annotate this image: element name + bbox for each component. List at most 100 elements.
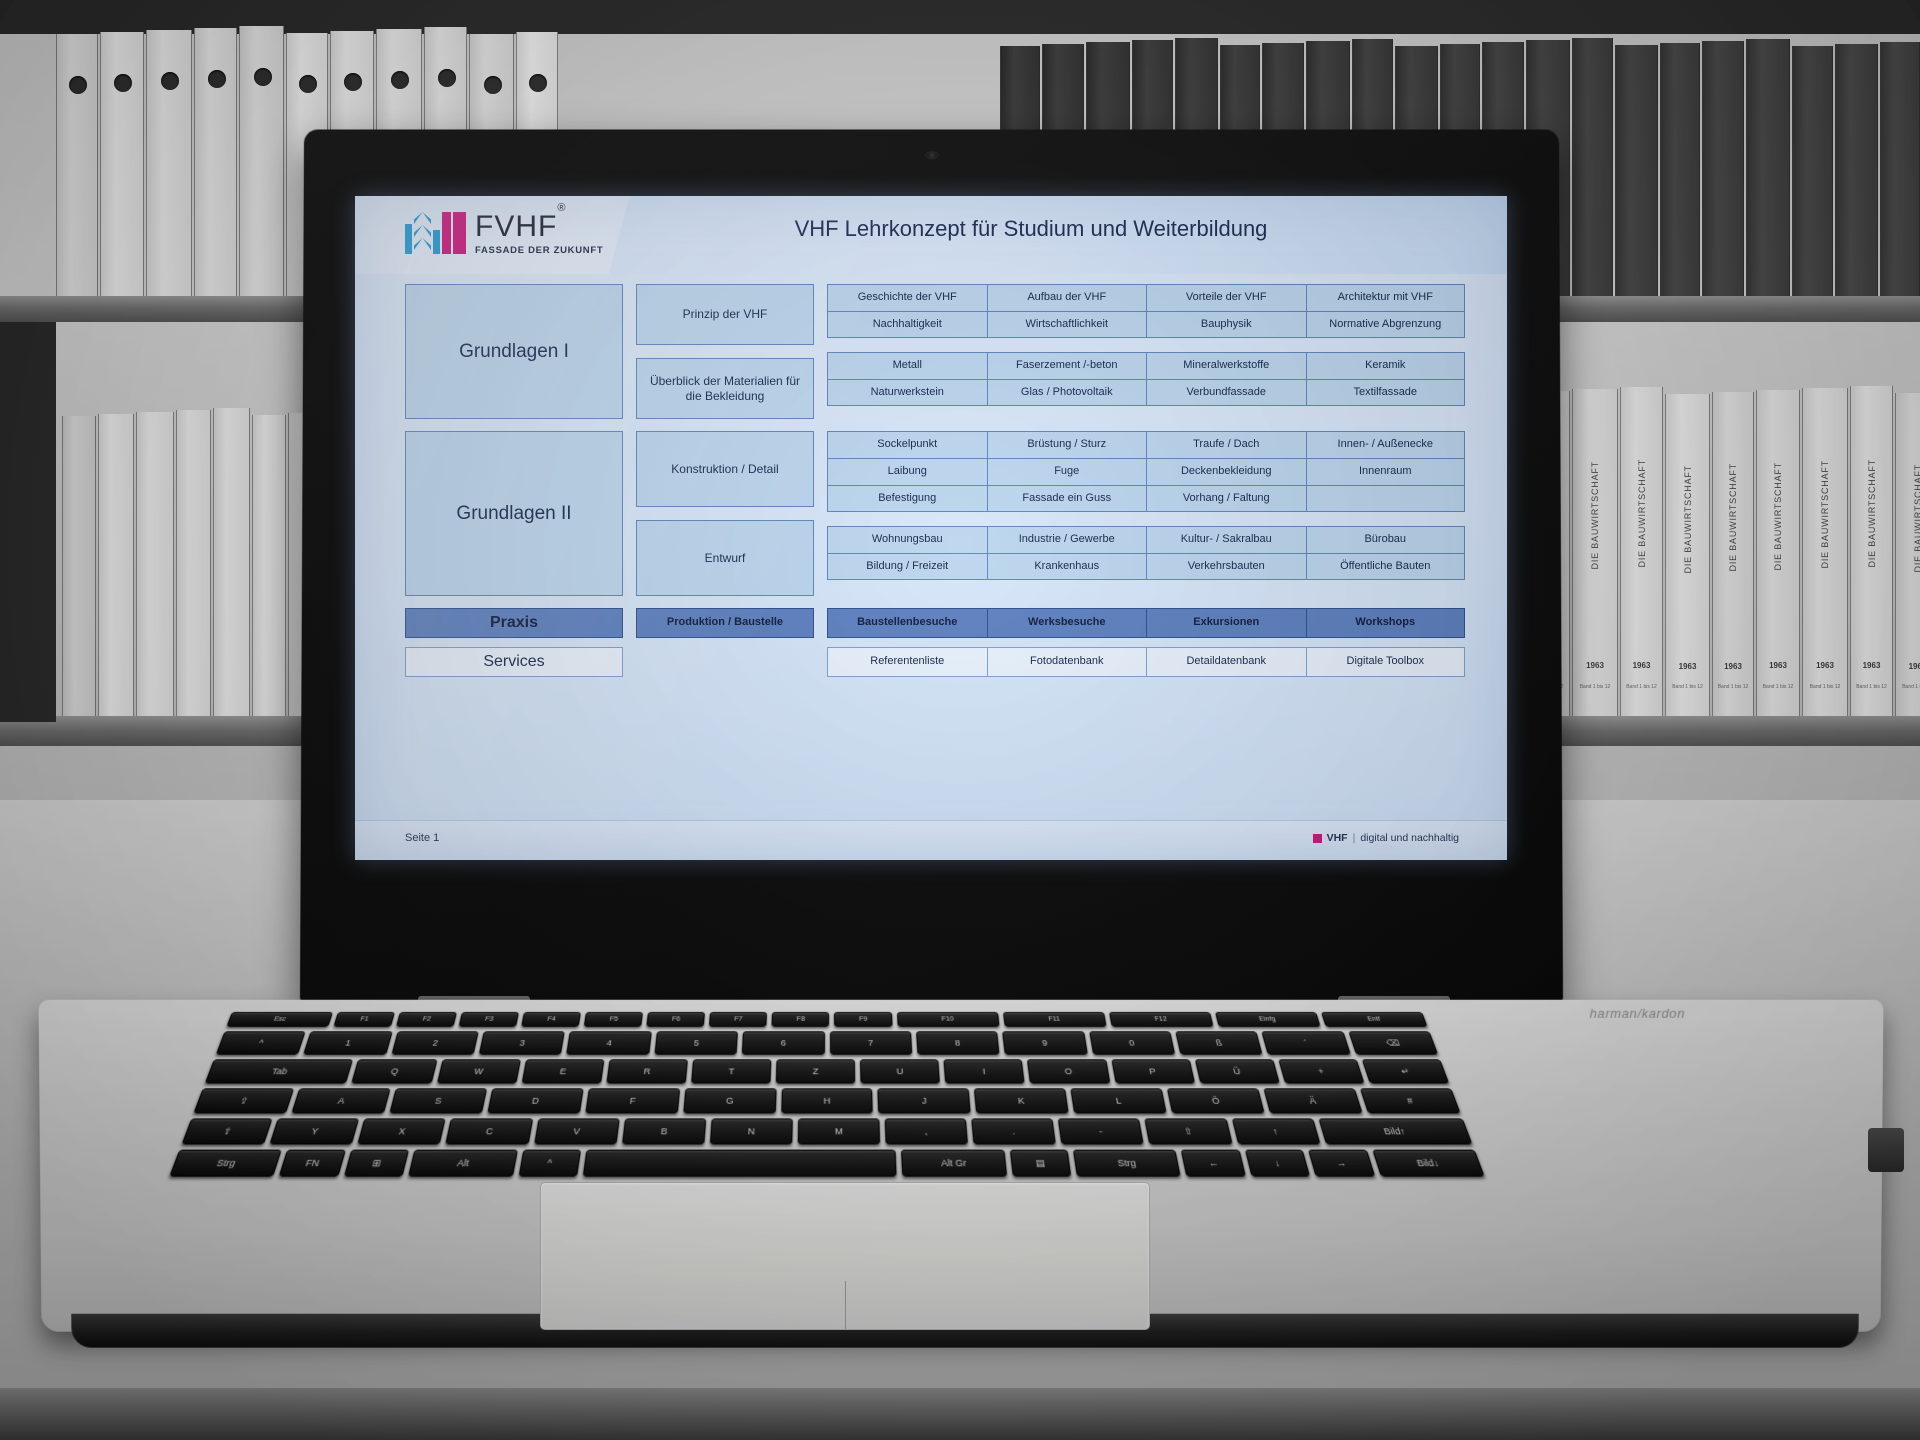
topic-cell[interactable]: Bildung / Freizeit <box>827 553 987 580</box>
keyboard-key[interactable]: N <box>710 1118 793 1144</box>
topic-cell[interactable]: Fuge <box>987 458 1147 485</box>
keyboard-key[interactable]: Einfg <box>1215 1012 1321 1027</box>
keyboard-key[interactable]: F1 <box>333 1012 395 1027</box>
topic-cell[interactable]: Normative Abgrenzung <box>1306 311 1466 338</box>
keyboard-key[interactable]: ⇧ <box>181 1118 272 1144</box>
keyboard-key[interactable]: Alt Gr <box>901 1150 1007 1177</box>
keyboard-key[interactable]: K <box>974 1088 1069 1113</box>
topic-cell[interactable]: Referentenliste <box>827 647 987 677</box>
keyboard-key[interactable]: F11 <box>1003 1012 1107 1027</box>
keyboard[interactable]: Esc F1 F2 F3 F4 F5 F6 F7 F8 F9 F10 F11 F12 Einfg Entf … <box>178 1012 1476 1154</box>
section-label-grundlagen-2[interactable]: Grundlagen II <box>405 431 623 596</box>
keyboard-key[interactable]: ↑ <box>1231 1118 1320 1144</box>
keyboard-key[interactable]: J <box>878 1088 971 1113</box>
keyboard-key[interactable]: Strg <box>169 1150 282 1177</box>
keyboard-key[interactable]: G <box>683 1088 776 1113</box>
topic-cell[interactable]: Nachhaltigkeit <box>827 311 987 338</box>
keyboard-key[interactable]: ⌫ <box>1348 1031 1438 1054</box>
keyboard-key[interactable]: 6 <box>742 1031 825 1054</box>
topic-cell[interactable]: Krankenhaus <box>987 553 1147 580</box>
topic-cell[interactable]: Öffentliche Bauten <box>1306 553 1466 580</box>
topic-cell[interactable]: Digitale Toolbox <box>1306 647 1466 677</box>
keyboard-key[interactable]: Ä <box>1264 1088 1363 1113</box>
keyboard-key[interactable]: F7 <box>709 1012 767 1027</box>
topic-cell[interactable]: Mineralwerkstoffe <box>1146 352 1306 379</box>
topic-cell[interactable]: Geschichte der VHF <box>827 284 987 311</box>
topic-cell[interactable]: Innen- / Außenecke <box>1306 431 1466 458</box>
topic-cell[interactable]: Brüstung / Sturz <box>987 431 1147 458</box>
topic-cell[interactable]: Sockelpunkt <box>827 431 987 458</box>
trackpad[interactable] <box>540 1182 1150 1330</box>
keyboard-key[interactable]: Ö <box>1167 1088 1265 1113</box>
module-entwurf[interactable]: Entwurf <box>636 520 814 596</box>
topic-cell[interactable]: Kultur- / Sakralbau <box>1146 526 1306 553</box>
module-ueberblick-materialien[interactable]: Überblick der Materialien für die Beklei… <box>636 358 814 419</box>
keyboard-key[interactable]: S <box>389 1088 487 1113</box>
topic-cell[interactable]: Workshops <box>1306 608 1466 638</box>
topic-cell[interactable]: Verbundfassade <box>1146 379 1306 406</box>
topic-cell[interactable]: Baustellenbesuche <box>827 608 987 638</box>
keyboard-key[interactable]: Esc <box>226 1012 333 1027</box>
keyboard-key[interactable]: ß <box>1175 1031 1263 1054</box>
topic-cell[interactable]: Metall <box>827 352 987 379</box>
keyboard-key[interactable]: ↓ <box>1245 1150 1311 1177</box>
keyboard-key[interactable]: I <box>944 1059 1025 1083</box>
keyboard-key[interactable]: Q <box>352 1059 438 1083</box>
keyboard-key[interactable]: U <box>860 1059 940 1083</box>
keyboard-key[interactable]: ▤ <box>1010 1150 1072 1177</box>
topic-cell[interactable]: Traufe / Dach <box>1146 431 1306 458</box>
keyboard-key[interactable]: F3 <box>459 1012 520 1027</box>
topic-cell[interactable]: Bauphysik <box>1146 311 1306 338</box>
keyboard-row-numbers[interactable]: ^ 1 2 3 4 5 6 7 8 9 0 ß ´ ⌫ <box>216 1031 1439 1054</box>
keyboard-key[interactable]: Bild↓ <box>1372 1150 1485 1177</box>
keyboard-key[interactable]: R <box>606 1059 688 1083</box>
keyboard-key[interactable]: → <box>1308 1150 1375 1177</box>
topic-cell[interactable]: Wohnungsbau <box>827 526 987 553</box>
keyboard-key[interactable]: A <box>291 1088 390 1113</box>
laptop-screen[interactable]: FVHF® FASSADE DER ZUKUNFT VHF Lehrkonzep… <box>355 196 1507 860</box>
topic-cell[interactable]: Bürobau <box>1306 526 1466 553</box>
keyboard-key[interactable]: 4 <box>566 1031 651 1054</box>
keyboard-key[interactable]: Entf <box>1321 1012 1428 1027</box>
topic-cell[interactable]: Glas / Photovoltaik <box>987 379 1147 406</box>
keyboard-key[interactable]: Bild↑ <box>1318 1118 1473 1144</box>
keyboard-key[interactable]: Tab <box>205 1059 354 1083</box>
topic-cell[interactable]: Keramik <box>1306 352 1466 379</box>
topic-cell[interactable]: Detaildatenbank <box>1146 647 1306 677</box>
keyboard-key[interactable]: X <box>357 1118 446 1144</box>
keyboard-key[interactable]: F9 <box>834 1012 892 1027</box>
keyboard-key[interactable]: ^ <box>216 1031 306 1054</box>
keyboard-key[interactable]: B <box>622 1118 706 1144</box>
keyboard-key[interactable]: Strg <box>1073 1150 1181 1177</box>
keyboard-key[interactable]: D <box>487 1088 583 1113</box>
topic-cell[interactable]: Innenraum <box>1306 458 1466 485</box>
keyboard-key[interactable]: E <box>521 1059 604 1083</box>
keyboard-key[interactable]: 0 <box>1089 1031 1175 1054</box>
section-label-grundlagen-1[interactable]: Grundlagen I <box>405 284 623 419</box>
topic-cell[interactable]: Naturwerkstein <box>827 379 987 406</box>
keyboard-key[interactable]: L <box>1071 1088 1167 1113</box>
keyboard-key[interactable]: - <box>1058 1118 1144 1144</box>
module-produktion-baustelle[interactable]: Produktion / Baustelle <box>636 608 814 638</box>
keyboard-key[interactable]: ⇪ <box>193 1088 294 1113</box>
topic-cell[interactable]: Vorhang / Faltung <box>1146 485 1306 512</box>
topic-cell[interactable]: Laibung <box>827 458 987 485</box>
keyboard-key[interactable]: V <box>534 1118 620 1144</box>
keyboard-key[interactable]: F4 <box>521 1012 581 1027</box>
keyboard-key[interactable]: ´ <box>1262 1031 1351 1054</box>
keyboard-key[interactable]: . <box>971 1118 1056 1144</box>
keyboard-key[interactable]: FN <box>279 1150 346 1177</box>
module-prinzip-der-vhf[interactable]: Prinzip der VHF <box>636 284 814 345</box>
keyboard-key[interactable]: F <box>585 1088 680 1113</box>
keyboard-row-qwertz[interactable]: Tab Q W E R T Z U I O P Ü + ↵ <box>205 1059 1450 1083</box>
keyboard-row-yxcv[interactable]: ⇧ Y X C V B N M,. - ⇧ ↑ Bild↑ <box>181 1118 1472 1144</box>
keyboard-key[interactable]: + <box>1278 1059 1364 1083</box>
keyboard-row-home[interactable]: ⇪ A S D F G H J K L Ö Ä # <box>193 1088 1460 1113</box>
keyboard-key[interactable]: 7 <box>830 1031 913 1054</box>
keyboard-key[interactable]: 5 <box>654 1031 738 1054</box>
topic-cell[interactable]: Verkehrsbauten <box>1146 553 1306 580</box>
keyboard-key[interactable]: 1 <box>303 1031 392 1054</box>
keyboard-key[interactable]: Ü <box>1194 1059 1279 1083</box>
keyboard-key[interactable]: Y <box>269 1118 359 1144</box>
keyboard-key[interactable]: 8 <box>916 1031 1000 1054</box>
